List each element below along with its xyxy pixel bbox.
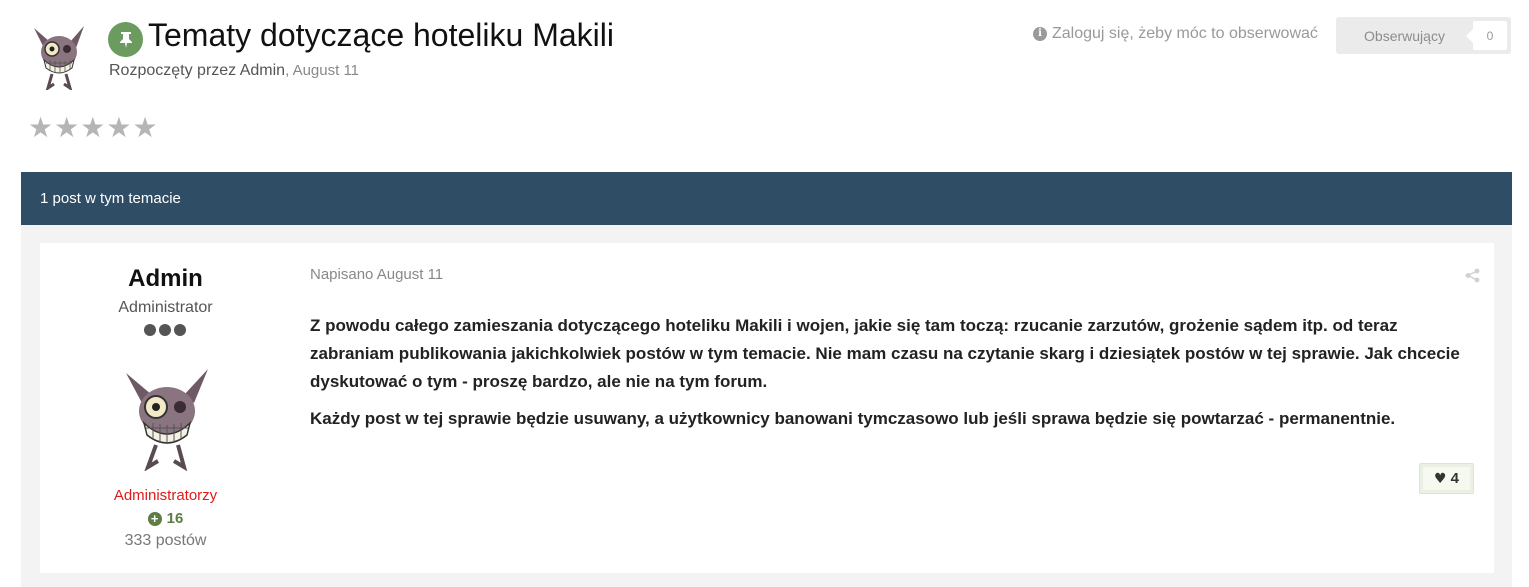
author-name[interactable]: Admin (40, 265, 291, 293)
pinned-badge (108, 22, 143, 57)
author-avatar[interactable] (122, 367, 212, 471)
reputation-value: 16 (166, 510, 184, 527)
topic-meta: Rozpoczęty przez Admin, August 11 (109, 62, 359, 80)
post-date[interactable]: Napisano August 11 (310, 266, 443, 283)
follow-button-label: Obserwujący (1364, 27, 1445, 44)
post-paragraph: Z powodu całego zamieszania dotyczącego … (310, 316, 1460, 391)
rating-star-icon[interactable]: ★ (132, 114, 157, 142)
topic-page: Tematy dotyczące hoteliku Makili Rozpocz… (0, 0, 1529, 587)
login-to-follow-text: Zaloguj się, żeby móc to obserwować (1052, 25, 1318, 42)
topic-rating[interactable]: ★ ★ ★ ★ ★ (28, 114, 158, 142)
plus-circle-icon: + (147, 511, 162, 526)
rating-star-icon[interactable]: ★ (54, 114, 79, 142)
author-reputation: + 16 (40, 510, 291, 527)
post-paragraph: Każdy post w tej sprawie będzie usuwany,… (310, 409, 1396, 428)
posts-count-label: 1 post w tym temacie (40, 190, 181, 207)
follower-count: 0 (1466, 21, 1507, 50)
login-to-follow-note: i Zaloguj się, żeby móc to obserwować (1033, 25, 1318, 43)
share-icon[interactable] (1465, 268, 1480, 283)
pin-icon (119, 31, 132, 48)
follow-button[interactable]: Obserwujący 0 (1336, 17, 1511, 54)
author-group: Administratorzy (113, 487, 218, 504)
author-post-count: 333 postów (124, 532, 207, 549)
topic-avatar[interactable] (30, 24, 88, 90)
started-by-link[interactable]: Rozpoczęty przez Admin (109, 62, 285, 79)
author-role: Administrator (118, 299, 213, 316)
reaction-badge[interactable]: ♥ 4 (1419, 463, 1474, 494)
rating-star-icon[interactable]: ★ (106, 114, 131, 142)
rating-star-icon[interactable]: ★ (80, 114, 105, 142)
rating-star-icon[interactable]: ★ (28, 114, 53, 142)
rank-dots-icon (144, 324, 186, 336)
posts-count-bar: 1 post w tym temacie (21, 172, 1512, 225)
heart-icon: ♥ (1434, 470, 1447, 487)
like-count: 4 (1450, 470, 1459, 487)
info-icon: i (1033, 27, 1047, 41)
topic-start-date: , August 11 (285, 62, 360, 79)
topic-title: Tematy dotyczące hoteliku Makili (148, 17, 614, 53)
post-body: Z powodu całego zamieszania dotyczącego … (310, 312, 1460, 442)
post-author-column: Admin Administrator Administratorzy + 16… (40, 243, 291, 573)
